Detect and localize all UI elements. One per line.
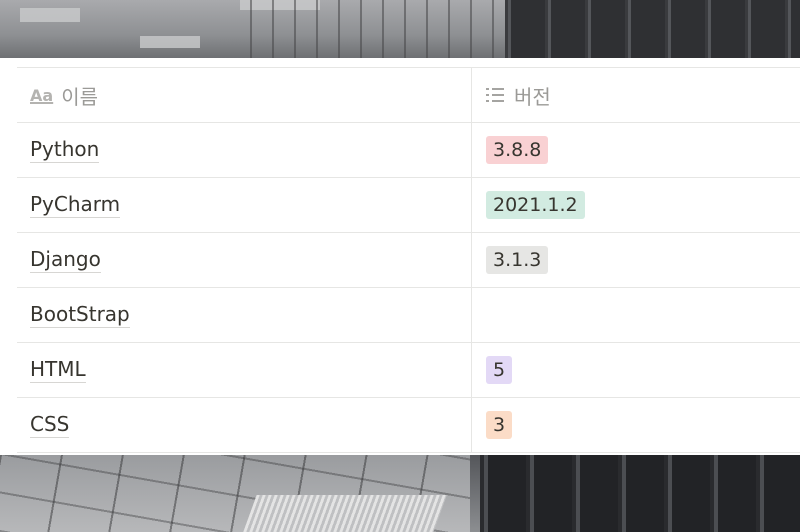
- page-title-link[interactable]: CSS: [30, 412, 70, 438]
- version-tag: 5: [486, 356, 513, 384]
- background-photo-bottom: [0, 455, 800, 532]
- ceiling-tile: [140, 36, 200, 48]
- version-tag: 2021.1.2: [486, 191, 585, 219]
- version-cell[interactable]: [472, 288, 800, 342]
- name-cell[interactable]: BootStrap: [17, 288, 472, 342]
- table-header-row: Aa 이름 버전: [17, 68, 800, 123]
- table-row[interactable]: Django 3.1.3: [17, 233, 800, 288]
- version-cell[interactable]: 2021.1.2: [472, 178, 800, 232]
- page-title-link[interactable]: Python: [30, 137, 100, 163]
- header-name-column[interactable]: Aa 이름: [17, 68, 472, 122]
- list-property-icon: [486, 88, 504, 102]
- table-row[interactable]: CSS 3: [17, 398, 800, 453]
- name-cell[interactable]: CSS: [17, 398, 472, 452]
- name-cell[interactable]: Python: [17, 123, 472, 177]
- database-table-card: Aa 이름 버전 Python 3.8.8 PyCharm 2021.1.2 D…: [0, 58, 800, 455]
- header-version-label: 버전: [514, 84, 551, 109]
- header-name-label: 이름: [61, 84, 98, 109]
- version-tag: 3: [486, 411, 513, 439]
- version-tag: 3.1.3: [486, 246, 549, 274]
- page-title-link[interactable]: Django: [30, 247, 101, 273]
- version-cell[interactable]: 3.1.3: [472, 233, 800, 287]
- page-title-link[interactable]: PyCharm: [30, 192, 121, 218]
- table-row[interactable]: PyCharm 2021.1.2: [17, 178, 800, 233]
- version-tag: 3.8.8: [486, 136, 549, 164]
- table-row[interactable]: BootStrap: [17, 288, 800, 343]
- name-cell[interactable]: PyCharm: [17, 178, 472, 232]
- text-property-icon: Aa: [30, 85, 54, 105]
- database-table: Aa 이름 버전 Python 3.8.8 PyCharm 2021.1.2 D…: [17, 67, 800, 453]
- name-cell[interactable]: HTML: [17, 343, 472, 397]
- version-cell[interactable]: 3.8.8: [472, 123, 800, 177]
- background-photo-top: [0, 0, 800, 58]
- server-rack: [505, 0, 800, 58]
- table-row[interactable]: HTML 5: [17, 343, 800, 398]
- railing: [250, 0, 500, 58]
- page-title-link[interactable]: HTML: [30, 357, 86, 383]
- version-cell[interactable]: 3: [472, 398, 800, 452]
- name-cell[interactable]: Django: [17, 233, 472, 287]
- ceiling-tile: [20, 8, 80, 22]
- server-rack: [480, 455, 800, 532]
- header-version-column[interactable]: 버전: [472, 68, 800, 122]
- table-row[interactable]: Python 3.8.8: [17, 123, 800, 178]
- floor-vent-tile: [243, 495, 447, 532]
- version-cell[interactable]: 5: [472, 343, 800, 397]
- page-title-link[interactable]: BootStrap: [30, 302, 130, 328]
